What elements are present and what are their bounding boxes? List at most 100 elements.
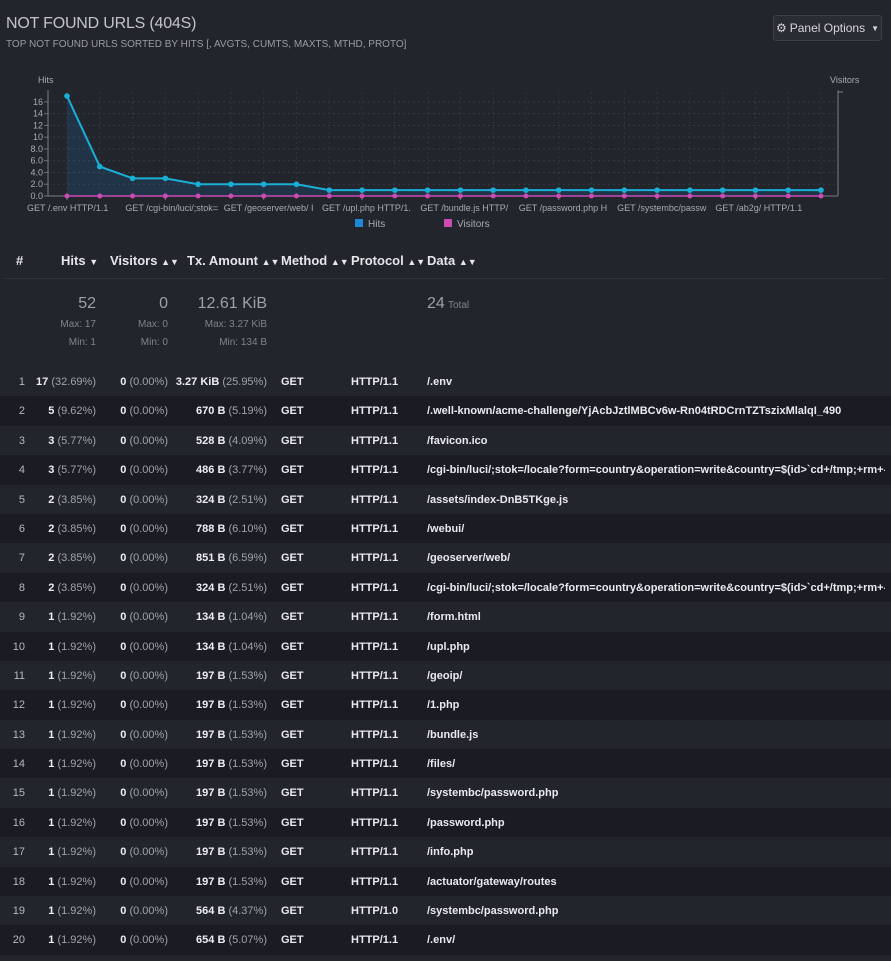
row-method: GET xyxy=(281,581,304,594)
y-axis-right-label: Visitors xyxy=(830,75,860,85)
visitors-point xyxy=(326,193,332,199)
row-tx: 197 B xyxy=(196,787,226,800)
col-method-label: Method xyxy=(281,253,328,268)
row-hits: 1 xyxy=(48,758,55,771)
table-row[interactable]: 4 3 (5.77%) 0 (0.00%) 486 B (3.77%) GET HTTP/… xyxy=(0,455,891,485)
table-row[interactable]: 5 2 (3.85%) 0 (0.00%) 324 B (2.51%) GET HTTP/… xyxy=(0,485,891,514)
row-hits-pct: (1.92%) xyxy=(57,846,96,859)
row-protocol: HTTP/1.1 xyxy=(351,493,399,506)
table-row[interactable]: 2 5 (9.62%) 0 (0.00%) 670 B (5.19%) GET HTTP/… xyxy=(0,396,891,426)
row-tx-cell: 197 B (1.53%) xyxy=(196,817,267,829)
y-tick-label: 4.0 xyxy=(30,167,43,177)
table-header: # Hits ▼ Visitors ▲▼ Tx. Amount ▲▼ Metho… xyxy=(0,250,891,278)
table-row[interactable]: 20 1 (1.92%) 0 (0.00%) 654 B (5.07%) GET HTTP… xyxy=(0,925,891,955)
hits-visitors-chart: 16 1412 10 8.0 6.04.0 2.0 0.0 Hits Visitors GET /… xyxy=(27,75,860,230)
row-tx: 486 B xyxy=(196,464,226,477)
row-hits-pct: (32.69%) xyxy=(51,376,96,388)
x-tick-label: GET /geoserver/web/ I xyxy=(224,203,314,213)
row-hits: 1 xyxy=(48,875,55,888)
row-hits-pct: (1.92%) xyxy=(57,816,96,829)
row-visitors: 0 xyxy=(120,905,127,918)
row-protocol: HTTP/1.1 xyxy=(351,611,399,624)
visitors-point xyxy=(589,193,595,199)
hits-point xyxy=(392,187,398,193)
col-method-header[interactable]: Method ▲▼ xyxy=(281,253,349,268)
row-visitors: 0 xyxy=(120,493,127,506)
hits-point xyxy=(752,187,759,193)
row-index: 8 xyxy=(18,581,25,594)
table-row[interactable]: 13 1 (1.92%) 0 (0.00%) 197 B (1.53%) GET HTTP… xyxy=(0,720,891,749)
x-tick-label: GET /bundle.js HTTP/ xyxy=(420,203,508,213)
col-data-header[interactable]: Data ▲▼ xyxy=(427,253,477,268)
visitors-point xyxy=(228,193,234,199)
table-row[interactable]: 19 1 (1.92%) 0 (0.00%) 564 B (4.37%) GET HTTP… xyxy=(0,896,891,925)
table-row[interactable]: 8 2 (3.85%) 0 (0.00%) 324 B (2.51%) GET HTTP/… xyxy=(0,572,891,603)
y-tick-label: 6.0 xyxy=(30,156,43,166)
row-index: 14 xyxy=(12,758,25,771)
row-tx-cell: 528 B (4.09%) xyxy=(196,435,267,447)
visitors-point xyxy=(359,193,365,199)
row-visitors: 0 xyxy=(120,464,127,477)
col-hits-header[interactable]: Hits ▼ xyxy=(61,253,98,268)
table-row[interactable]: 6 2 (3.85%) 0 (0.00%) 788 B (6.10%) GET HTTP/… xyxy=(0,513,891,544)
table-row[interactable]: 7 2 (3.85%) 0 (0.00%) 851 B (6.59%) GET HTTP/… xyxy=(0,543,891,572)
row-hits: 1 xyxy=(48,699,55,712)
row-tx: 3.27 KiB xyxy=(175,376,220,388)
row-hits-pct: (1.92%) xyxy=(57,728,96,741)
row-tx-pct: (1.53%) xyxy=(228,669,267,682)
row-visitors-pct: (0.00%) xyxy=(129,640,168,653)
table-row[interactable]: 9 1 (1.92%) 0 (0.00%) 134 B (1.04%) GET HTTP/… xyxy=(0,602,891,631)
row-visitors-pct: (0.00%) xyxy=(129,552,168,565)
panel-options-button[interactable]: ⚙ Panel Options ▼ xyxy=(773,15,882,41)
row-method: GET xyxy=(281,611,304,624)
visitors-point xyxy=(687,193,693,199)
caret-down-icon: ▼ xyxy=(871,23,880,33)
hits-point xyxy=(785,187,792,193)
row-tx-pct: (1.53%) xyxy=(228,787,267,800)
row-hits: 2 xyxy=(48,552,55,565)
row-hits-cell: 2 (3.85%) xyxy=(48,523,96,535)
row-hits: 2 xyxy=(48,581,55,594)
row-visitors-pct: (0.00%) xyxy=(129,905,168,918)
row-hits-cell: 1 (1.92%) xyxy=(48,876,96,888)
table-row[interactable]: 17 1 (1.92%) 0 (0.00%) 197 B (1.53%) GET HTTP… xyxy=(0,837,891,866)
row-data: /systembc/password.php xyxy=(427,905,559,918)
table-row[interactable]: 33 (5.77%) 0 (0.00%) 528 B (4.09%) GET HTTP/… xyxy=(0,426,891,455)
row-protocol: HTTP/1.1 xyxy=(351,434,399,447)
col-visitors-label: Visitors xyxy=(110,253,158,268)
table-row[interactable]: 1 17 (32.69%) 0 (0.00%) 3.27 KiB (25.95%) GE… xyxy=(0,367,891,396)
col-visitors-header[interactable]: Visitors ▲▼ xyxy=(110,253,179,268)
row-data: /.well-known/acme-challenge/YjAcbJztlMBC… xyxy=(427,405,842,418)
row-method: GET xyxy=(281,905,304,918)
table-row[interactable]: 15 1 (1.92%) 0 (0.00%) 197 B (1.53%) GET HTTP… xyxy=(0,778,891,807)
row-visitors: 0 xyxy=(120,581,127,594)
x-tick-label: GET /ab2g/ HTTP/1.1 xyxy=(715,203,802,213)
table-row[interactable]: 12 1 (1.92%) 0 (0.00%) 197 B (1.53%) GET HTTP… xyxy=(0,690,891,720)
row-hits-pct: (1.92%) xyxy=(57,905,96,918)
row-tx-cell: 197 B (1.53%) xyxy=(196,729,267,741)
row-data: /form.html xyxy=(427,611,481,624)
row-visitors-pct: (0.00%) xyxy=(129,522,168,535)
table-row[interactable]: 11 1 (1.92%) 0 (0.00%) 197 B (1.53%) GET HTTP… xyxy=(0,661,891,690)
y-tick-label: 16 xyxy=(33,97,43,107)
col-protocol-header[interactable]: Protocol ▲▼ xyxy=(351,253,425,268)
row-hits: 2 xyxy=(48,493,55,506)
row-index: 12 xyxy=(12,699,25,712)
col-tx-header[interactable]: Tx. Amount ▲▼ xyxy=(187,253,279,268)
row-tx: 324 B xyxy=(196,493,226,506)
hits-point xyxy=(326,187,333,193)
table-row[interactable]: 10 1 (1.92%) 0 (0.00%) 134 B (1.04%) GET HTTP… xyxy=(0,631,891,661)
row-hits-cell: 1 (1.92%) xyxy=(48,817,96,829)
row-data: /password.php xyxy=(427,816,505,829)
row-data: /upl.php xyxy=(427,640,470,653)
table-row[interactable]: 18 1 (1.92%) 0 (0.00%) 197 B (1.53%) GET HTTP… xyxy=(0,866,891,897)
table-row[interactable]: 14 1 (1.92%) 0 (0.00%) 197 B (1.53%) GET HTTP… xyxy=(0,749,891,779)
row-tx-pct: (1.53%) xyxy=(228,758,267,771)
table-row[interactable]: 16 1 (1.92%) 0 (0.00%) 197 B (1.53%) GET HTTP… xyxy=(0,807,891,838)
row-index: 4 xyxy=(18,464,25,477)
hits-point xyxy=(523,187,529,193)
row-hits: 1 xyxy=(48,816,55,829)
visitors-point xyxy=(621,193,627,199)
visitors-point xyxy=(556,193,562,199)
row-tx-pct: (1.53%) xyxy=(228,846,267,859)
